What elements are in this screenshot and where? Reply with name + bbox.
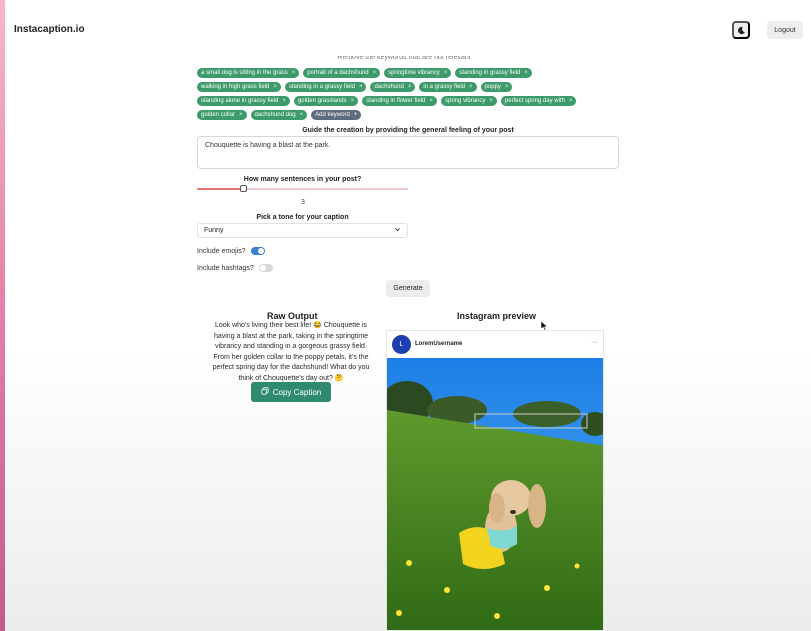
emojis-label: Include emojis? [197,247,246,255]
remove-keyword-icon[interactable]: × [282,98,286,104]
post-photo [387,358,603,630]
keyword-chip-label: dachshund dog [254,112,296,118]
left-accent-bar [0,0,5,631]
keyword-chip: walking in high grass field × [197,82,281,92]
remove-keyword-icon[interactable]: × [408,84,412,90]
post-username: LoremUsername [415,341,463,347]
keyword-chip: dachshund dog × [250,110,308,120]
keyword-chip: standing in grassy field × [455,68,532,78]
keyword-chip-label: golden collar [201,112,236,118]
keyword-chip-label: perfect spring day with [504,98,565,104]
keyword-chip: poppy × [480,82,513,92]
copy-caption-button[interactable]: Copy Caption [251,382,331,402]
keyword-list: a small dog is sitting in the grass × port… [197,68,609,120]
keyword-chip-label: a small dog is sitting in the grass [201,70,288,76]
emojis-row: Include emojis? [197,247,265,255]
app-title: Instacaption.io [14,24,85,35]
emojis-toggle[interactable] [250,247,265,255]
feeling-label: Guide the creation by providing the gene… [302,127,514,134]
copy-caption-label: Copy Caption [272,387,322,397]
keyword-chip: a small dog is sitting in the grass × [197,68,300,78]
top-bar: Instacaption.io Logout [0,0,811,60]
add-keyword-label: Add keyword [315,112,350,118]
instagram-preview-title: Instagram preview [457,311,537,321]
tone-select[interactable]: Funny [197,223,408,238]
plus-icon: + [353,112,358,118]
moon-icon [737,23,746,38]
keyword-chip-label: portrait of a dachshund [307,70,369,76]
keyword-chip: portrait of a dachshund × [303,68,381,78]
keyword-chip-label: dachshund [374,84,404,90]
tone-label: Pick a tone for your caption [256,214,349,221]
remove-keyword-icon[interactable]: × [444,70,448,76]
keyword-chip-label: walking in high grass field [201,84,270,90]
remove-keyword-icon[interactable]: × [239,112,243,118]
more-icon[interactable]: ··· [591,339,598,346]
hashtags-row: Include hashtags? [197,264,273,272]
keyword-chip-label: standing in grassy field [459,70,521,76]
sentences-slider[interactable] [197,185,408,192]
keyword-chip-label: springtime vibrancy [388,70,440,76]
keyword-chip-label: spring vibrancy [445,98,486,104]
avatar: L [392,335,411,354]
remove-keyword-icon[interactable]: × [273,84,277,90]
keyword-chip: standing in a grassy field × [284,82,367,92]
remove-keyword-icon[interactable]: × [524,70,528,76]
instagram-preview-card: L LoremUsername ··· [386,330,604,631]
remove-keyword-icon[interactable]: × [373,70,377,76]
generate-button[interactable]: Generate [386,280,430,297]
remove-keyword-icon[interactable]: × [505,84,509,90]
slider-thumb[interactable] [239,185,247,192]
raw-output-title: Raw Output [267,311,318,321]
slider-fill [197,188,244,190]
copy-icon [261,387,269,397]
remove-keyword-icon[interactable]: × [430,98,434,104]
post-header: L LoremUsername ··· [387,331,603,358]
remove-keyword-icon[interactable]: × [359,84,363,90]
sentences-value: 3 [301,199,305,206]
keyword-chip-label: in a grassy field [423,84,466,90]
remove-keyword-icon[interactable]: × [351,98,355,104]
remove-keyword-icon[interactable]: × [489,98,493,104]
keyword-chip: standing in flower field × [362,96,438,106]
logout-button[interactable]: Logout [767,21,803,39]
keyword-chip: dachshund × [370,82,416,92]
tone-selected: Funny [204,227,224,234]
keyword-chip: golden collar × [197,110,247,120]
feeling-textarea[interactable]: Chouquette is having a blast at the park… [197,136,619,169]
keyword-chip: springtime vibrancy × [384,68,452,78]
sentences-label: How many sentences in your post? [243,176,362,183]
chevron-down-icon [394,226,401,235]
keyword-chip: golden grasslands × [293,96,359,106]
add-keyword-button[interactable]: Add keyword + [311,110,362,120]
keywords-hint: Remove the keywords that are not relevan… [337,56,471,61]
keyword-chip: standing alone in grassy field × [197,96,290,106]
remove-keyword-icon[interactable]: × [569,98,573,104]
remove-keyword-icon[interactable]: × [469,84,473,90]
keyword-chip-label: standing in a grassy field [288,84,355,90]
raw-output-text: Look who's living their best life! 😂 Cho… [212,322,370,382]
remove-keyword-icon[interactable]: × [292,70,296,76]
theme-toggle-button[interactable] [732,21,750,39]
keyword-chip: spring vibrancy × [441,96,497,106]
keyword-chip-label: standing alone in grassy field [201,98,279,104]
keyword-chip: in a grassy field × [419,82,477,92]
keyword-chip-label: golden grasslands [297,98,347,104]
keyword-chip: perfect spring day with × [500,96,577,106]
hashtags-label: Include hashtags? [197,264,254,272]
remove-keyword-icon[interactable]: × [300,112,304,118]
keyword-chip-label: standing in flower field [366,98,426,104]
hashtags-toggle[interactable] [258,264,273,272]
keyword-chip-label: poppy [484,84,501,90]
mouse-cursor-icon [540,318,549,336]
